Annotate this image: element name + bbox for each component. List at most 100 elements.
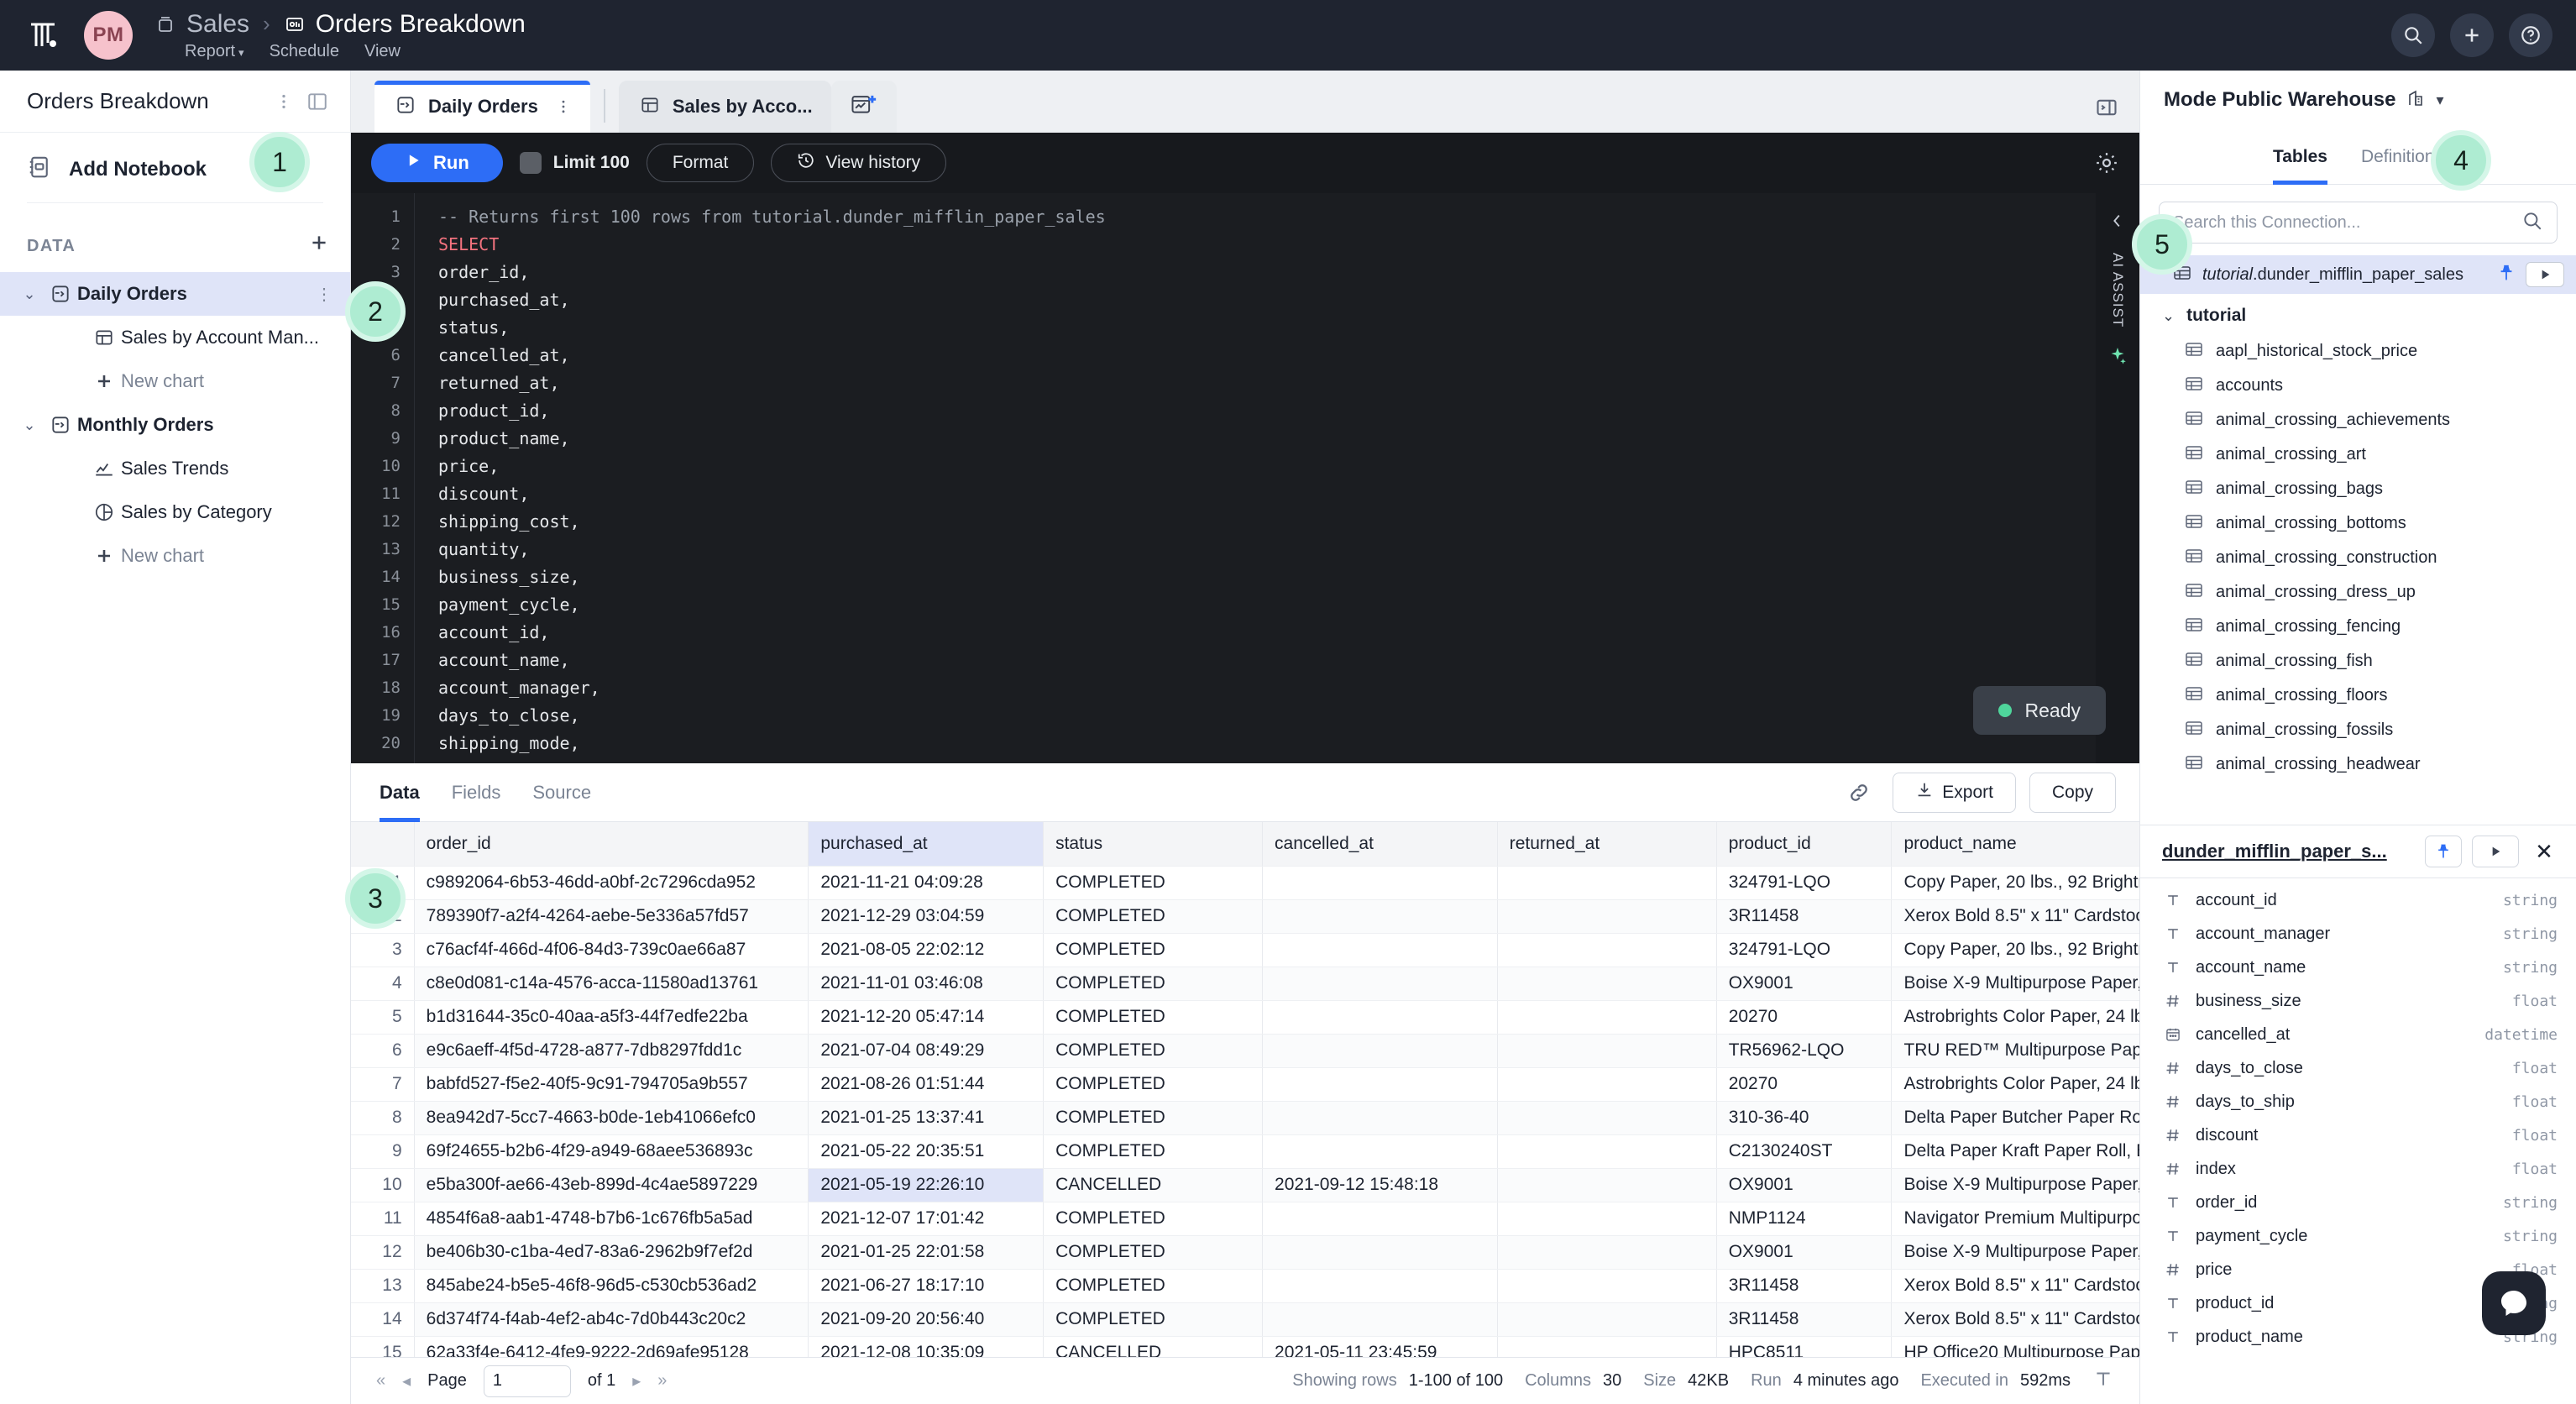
cell-order_id[interactable]: e5ba300f-ae66-43eb-899d-4c4ae5897229 [414, 1168, 809, 1202]
cell-returned_at[interactable] [1497, 1067, 1716, 1101]
table-row[interactable]: 146d374f74-f4ab-4ef2-ab4c-7d0b443c20c220… [351, 1302, 2139, 1336]
cell-returned_at[interactable] [1497, 1134, 1716, 1168]
code-line[interactable]: product_name, [415, 425, 2096, 453]
plus-icon[interactable] [2450, 13, 2494, 57]
cell-order_id[interactable]: 845abe24-b5e5-46f8-96d5-c530cb536ad2 [414, 1269, 809, 1302]
sidebar-item-monthly-orders[interactable]: ⌄Monthly Orders [0, 403, 350, 447]
chevron-down-icon[interactable]: ⌄ [15, 416, 44, 434]
cell-returned_at[interactable] [1497, 1235, 1716, 1269]
cell-product_name[interactable]: Xerox Bold 8.5" x 11" Cardstock Paper, 8… [1892, 1269, 2139, 1302]
text-size-icon[interactable] [2092, 1368, 2114, 1395]
subnav-schedule[interactable]: Schedule [270, 42, 339, 61]
cell-product_id[interactable]: 310-36-40 [1716, 1101, 1892, 1134]
code-line[interactable]: order_id, [415, 259, 2096, 286]
row-index[interactable]: 10 [351, 1168, 414, 1202]
cell-purchased_at[interactable]: 2021-07-04 08:49:29 [809, 1034, 1044, 1067]
column-header-purchased_at[interactable]: purchased_at [809, 822, 1044, 866]
cell-purchased_at[interactable]: 2021-05-22 20:35:51 [809, 1134, 1044, 1168]
cell-cancelled_at[interactable] [1263, 1269, 1498, 1302]
cell-purchased_at[interactable]: 2021-12-08 10:35:09 [809, 1336, 1044, 1357]
cell-status[interactable]: COMPLETED [1044, 1101, 1263, 1134]
field-row[interactable]: business_sizefloat [2140, 984, 2576, 1018]
cell-returned_at[interactable] [1497, 899, 1716, 933]
cell-product_id[interactable]: 20270 [1716, 1000, 1892, 1034]
table-row[interactable]: 5b1d31644-35c0-40aa-a5f3-44f7edfe22ba202… [351, 1000, 2139, 1034]
view-history-button[interactable]: View history [771, 144, 946, 182]
sidebar-item-kebab-icon[interactable]: ⋮ [316, 284, 333, 305]
cell-status[interactable]: CANCELLED [1044, 1336, 1263, 1357]
cell-status[interactable]: COMPLETED [1044, 1269, 1263, 1302]
cell-purchased_at[interactable]: 2021-06-27 18:17:10 [809, 1269, 1044, 1302]
table-list-item[interactable]: animal_crossing_achievements [2140, 403, 2576, 437]
cell-returned_at[interactable] [1497, 1034, 1716, 1067]
cell-cancelled_at[interactable] [1263, 1067, 1498, 1101]
page-input[interactable] [484, 1365, 571, 1397]
table-row[interactable]: 969f24655-b2b6-4f29-a949-68aee536893c202… [351, 1134, 2139, 1168]
code-line[interactable]: status, [415, 314, 2096, 342]
cell-order_id[interactable]: e9c6aeff-4f5d-4728-a877-7db8297fdd1c [414, 1034, 809, 1067]
table-list-item[interactable]: animal_crossing_fish [2140, 644, 2576, 678]
column-header-returned_at[interactable]: returned_at [1497, 822, 1716, 866]
cell-product_name[interactable]: TRU RED™ Multipurpose Paper, 20 lbs., 96… [1892, 1034, 2139, 1067]
table-list-item[interactable]: animal_crossing_bags [2140, 472, 2576, 506]
cell-product_id[interactable]: TR56962-LQO [1716, 1034, 1892, 1067]
cell-order_id[interactable]: 6d374f74-f4ab-4ef2-ab4c-7d0b443c20c2 [414, 1302, 809, 1336]
sidebar-kebab-icon[interactable] [271, 89, 296, 114]
run-button[interactable]: Run [371, 144, 503, 182]
cell-purchased_at[interactable]: 2021-11-21 04:09:28 [809, 866, 1044, 899]
cell-product_name[interactable]: Copy Paper, 20 lbs., 92 Brightness, 500 … [1892, 933, 2139, 967]
table-list-item[interactable]: animal_crossing_fossils [2140, 713, 2576, 747]
collapse-rail-icon[interactable] [2108, 212, 2127, 234]
table-list[interactable]: aapl_historical_stock_priceaccountsanima… [2140, 334, 2576, 825]
row-index[interactable]: 3 [351, 933, 414, 967]
run-table-button[interactable] [2526, 262, 2564, 287]
cell-status[interactable]: COMPLETED [1044, 1235, 1263, 1269]
ai-assist-rail[interactable]: AI ASSIST [2096, 193, 2139, 763]
cell-cancelled_at[interactable]: 2021-09-12 15:48:18 [1263, 1168, 1498, 1202]
cell-product_id[interactable]: 324791-LQO [1716, 933, 1892, 967]
next-page-icon[interactable]: ▸ [632, 1370, 641, 1391]
prev-page-icon[interactable]: ◂ [402, 1370, 411, 1391]
code-line[interactable]: business_size, [415, 563, 2096, 591]
cell-product_id[interactable]: HPC8511 [1716, 1336, 1892, 1357]
cell-purchased_at[interactable]: 2021-12-29 03:04:59 [809, 899, 1044, 933]
field-row[interactable]: payment_cyclestring [2140, 1219, 2576, 1253]
gear-icon[interactable] [2094, 150, 2119, 176]
cell-product_name[interactable]: Copy Paper, 20 lbs., 92 Brightness, 500 … [1892, 866, 2139, 899]
tab-daily-orders[interactable]: Daily Orders [374, 81, 590, 133]
code-line[interactable]: account_manager, [415, 674, 2096, 702]
cell-status[interactable]: COMPLETED [1044, 899, 1263, 933]
code-line[interactable]: returned_at, [415, 369, 2096, 397]
field-row[interactable]: indexfloat [2140, 1152, 2576, 1186]
cell-cancelled_at[interactable] [1263, 899, 1498, 933]
code-line[interactable]: shipping_cost, [415, 508, 2096, 536]
cell-status[interactable]: COMPLETED [1044, 1134, 1263, 1168]
cell-product_id[interactable]: NMP1124 [1716, 1202, 1892, 1235]
sidebar-item-sales-by-category[interactable]: Sales by Category [0, 490, 350, 534]
cell-product_name[interactable]: Xerox Bold 8.5" x 11" Cardstock Paper, 8… [1892, 1302, 2139, 1336]
schema-group-header[interactable]: ⌄ tutorial [2140, 294, 2576, 334]
column-header-product_name[interactable]: product_name [1892, 822, 2139, 866]
table-row[interactable]: 4c8e0d081-c14a-4576-acca-11580ad13761202… [351, 967, 2139, 1000]
code-line[interactable]: -- Returns first 100 rows from tutorial.… [415, 203, 2096, 231]
tab-fields[interactable]: Fields [452, 763, 501, 822]
field-row[interactable]: order_idstring [2140, 1186, 2576, 1219]
table-row[interactable]: 3c76acf4f-466d-4f06-84d3-739c0ae66a87202… [351, 933, 2139, 967]
code-line[interactable]: discount, [415, 480, 2096, 508]
row-index[interactable]: 5 [351, 1000, 414, 1034]
limit-100-checkbox[interactable]: Limit 100 [520, 152, 630, 174]
cell-order_id[interactable]: 62a33f4e-6412-4fe9-9222-2d69afe95128 [414, 1336, 809, 1357]
cell-purchased_at[interactable]: 2021-05-19 22:26:10 [809, 1168, 1044, 1202]
chevron-down-icon[interactable]: ⌄ [15, 286, 44, 303]
column-header-cancelled_at[interactable]: cancelled_at [1263, 822, 1498, 866]
chevron-down-icon[interactable]: ⌄ [2162, 307, 2175, 325]
cell-product_name[interactable]: HP Office20 Multipurpose Paper, 20 lbs.,… [1892, 1336, 2139, 1357]
cell-returned_at[interactable] [1497, 866, 1716, 899]
cell-order_id[interactable]: c76acf4f-466d-4f06-84d3-739c0ae66a87 [414, 933, 809, 967]
code-line[interactable]: shipping_mode, [415, 730, 2096, 757]
chevron-down-icon[interactable]: ▾ [2436, 92, 2443, 109]
cell-order_id[interactable]: babfd527-f5e2-40f5-9c91-794705a9b557 [414, 1067, 809, 1101]
cell-status[interactable]: COMPLETED [1044, 1202, 1263, 1235]
format-button[interactable]: Format [647, 144, 755, 182]
field-row[interactable]: discountfloat [2140, 1118, 2576, 1152]
